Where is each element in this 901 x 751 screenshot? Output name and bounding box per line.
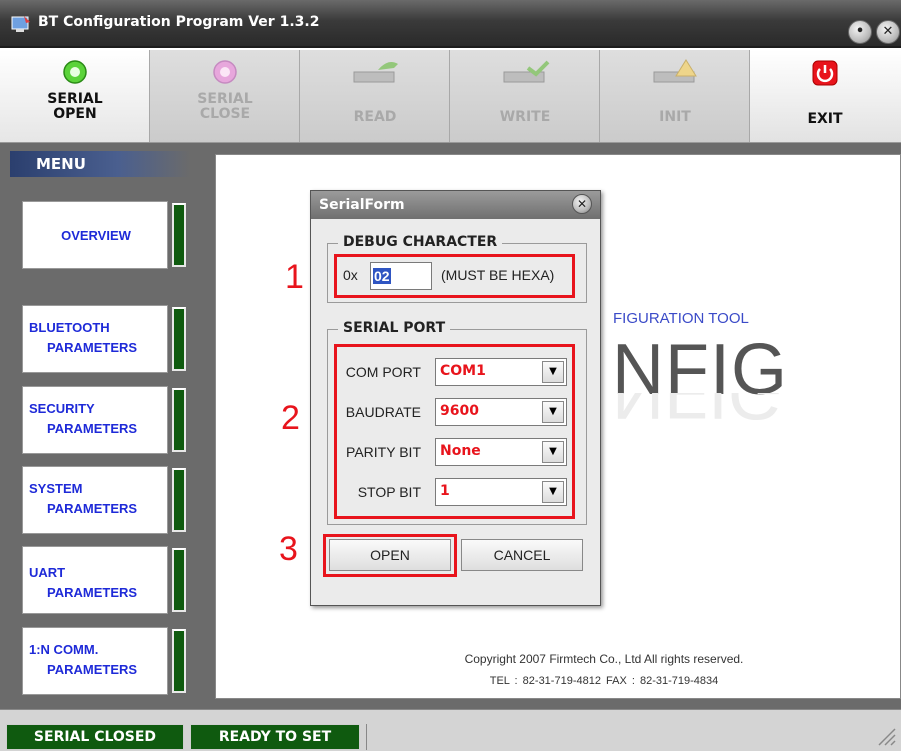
debug-character-title: DEBUG CHARACTER xyxy=(338,234,503,250)
sidebar-item-bluetooth[interactable]: BLUETOOTH PARAMETERS xyxy=(22,305,168,373)
dialog-title: SerialForm xyxy=(319,197,405,213)
read-button[interactable]: READ xyxy=(300,50,450,142)
copyright-text: Copyright 2007 Firmtech Co., Ltd All rig… xyxy=(464,652,744,666)
close-icon[interactable]: ✕ xyxy=(876,20,900,44)
toolbar: SERIAL OPEN SERIAL CLOSE READ WRITE INIT xyxy=(0,50,901,143)
ready-status: READY TO SET xyxy=(190,724,360,750)
serial-open-label: SERIAL OPEN xyxy=(47,91,103,122)
annotation-number: 1 xyxy=(285,258,304,296)
resize-grip-icon[interactable] xyxy=(875,725,897,747)
config-logo-reflection: NFIG xyxy=(612,393,784,433)
annotation-number: 2 xyxy=(281,399,300,437)
sidebar-indicator xyxy=(172,548,186,612)
cancel-button[interactable]: CANCEL xyxy=(461,539,583,571)
status-bar: SERIAL CLOSED READY TO SET xyxy=(0,709,901,751)
sidebar-item-system[interactable]: SYSTEM PARAMETERS xyxy=(22,466,168,534)
power-icon xyxy=(812,60,838,86)
close-icon[interactable]: ✕ xyxy=(572,194,592,214)
menu-header: MENU xyxy=(10,151,190,177)
write-label: WRITE xyxy=(499,109,551,125)
serial-open-button[interactable]: SERIAL OPEN xyxy=(0,50,150,142)
contact-text: TEL : 82-31-719-4812 FAX : 82-31-719-483… xyxy=(489,675,719,687)
menu-header-label: MENU xyxy=(36,155,86,173)
sidebar-item-overview[interactable]: OVERVIEW xyxy=(22,201,168,269)
highlight-box-2 xyxy=(334,344,575,519)
sidebar-indicator xyxy=(172,388,186,452)
sidebar-indicator xyxy=(172,629,186,693)
serial-close-label: SERIAL CLOSE xyxy=(197,91,253,122)
write-button[interactable]: WRITE xyxy=(450,50,600,142)
sidebar-item-label: SECURITY PARAMETERS xyxy=(29,401,138,436)
app-icon xyxy=(11,16,30,32)
init-button[interactable]: INIT xyxy=(600,50,750,142)
serial-close-button[interactable]: SERIAL CLOSE xyxy=(150,50,300,142)
dialog-title-bar: SerialForm ✕ xyxy=(311,191,600,219)
sidebar-item-uart[interactable]: UART PARAMETERS xyxy=(22,546,168,614)
serial-port-title: SERIAL PORT xyxy=(338,320,451,336)
sidebar-item-label: UART PARAMETERS xyxy=(29,565,138,600)
pink-circle-icon xyxy=(213,60,237,84)
configuration-tool-label: FIGURATION TOOL xyxy=(613,310,749,327)
exit-label: EXIT xyxy=(807,111,843,127)
highlight-box-1 xyxy=(334,254,575,298)
chip-read-icon xyxy=(353,62,398,83)
minimize-icon[interactable]: • xyxy=(848,20,872,44)
sidebar-item-label: BLUETOOTH PARAMETERS xyxy=(29,320,138,355)
chip-warning-icon xyxy=(653,59,697,83)
serial-form-dialog: SerialForm ✕ DEBUG CHARACTER 0x 02 (MUST… xyxy=(310,190,601,606)
sidebar-item-label: 1:N COMM. PARAMETERS xyxy=(29,642,138,677)
sidebar-menu: MENU OVERVIEW BLUETOOTH PARAMETERS SECUR… xyxy=(0,143,206,709)
chip-write-icon xyxy=(503,60,550,83)
sidebar-item-label: OVERVIEW xyxy=(61,228,131,243)
serial-status: SERIAL CLOSED xyxy=(6,724,184,750)
title-bar: BT Configuration Program Ver 1.3.2 • ✕ xyxy=(0,0,901,48)
sidebar-indicator xyxy=(172,203,186,267)
sidebar-indicator xyxy=(172,468,186,532)
init-label: INIT xyxy=(659,109,691,125)
annotation-number: 3 xyxy=(279,530,298,568)
sidebar-item-label: SYSTEM PARAMETERS xyxy=(29,481,138,516)
sidebar-indicator xyxy=(172,307,186,371)
status-divider xyxy=(366,724,380,750)
sidebar-item-1n-comm[interactable]: 1:N COMM. PARAMETERS xyxy=(22,627,168,695)
read-label: READ xyxy=(353,109,397,125)
green-circle-icon xyxy=(63,60,87,84)
exit-button[interactable]: EXIT xyxy=(750,50,901,142)
highlight-box-3 xyxy=(323,534,457,577)
window-title: BT Configuration Program Ver 1.3.2 xyxy=(38,14,320,30)
sidebar-item-security[interactable]: SECURITY PARAMETERS xyxy=(22,386,168,454)
